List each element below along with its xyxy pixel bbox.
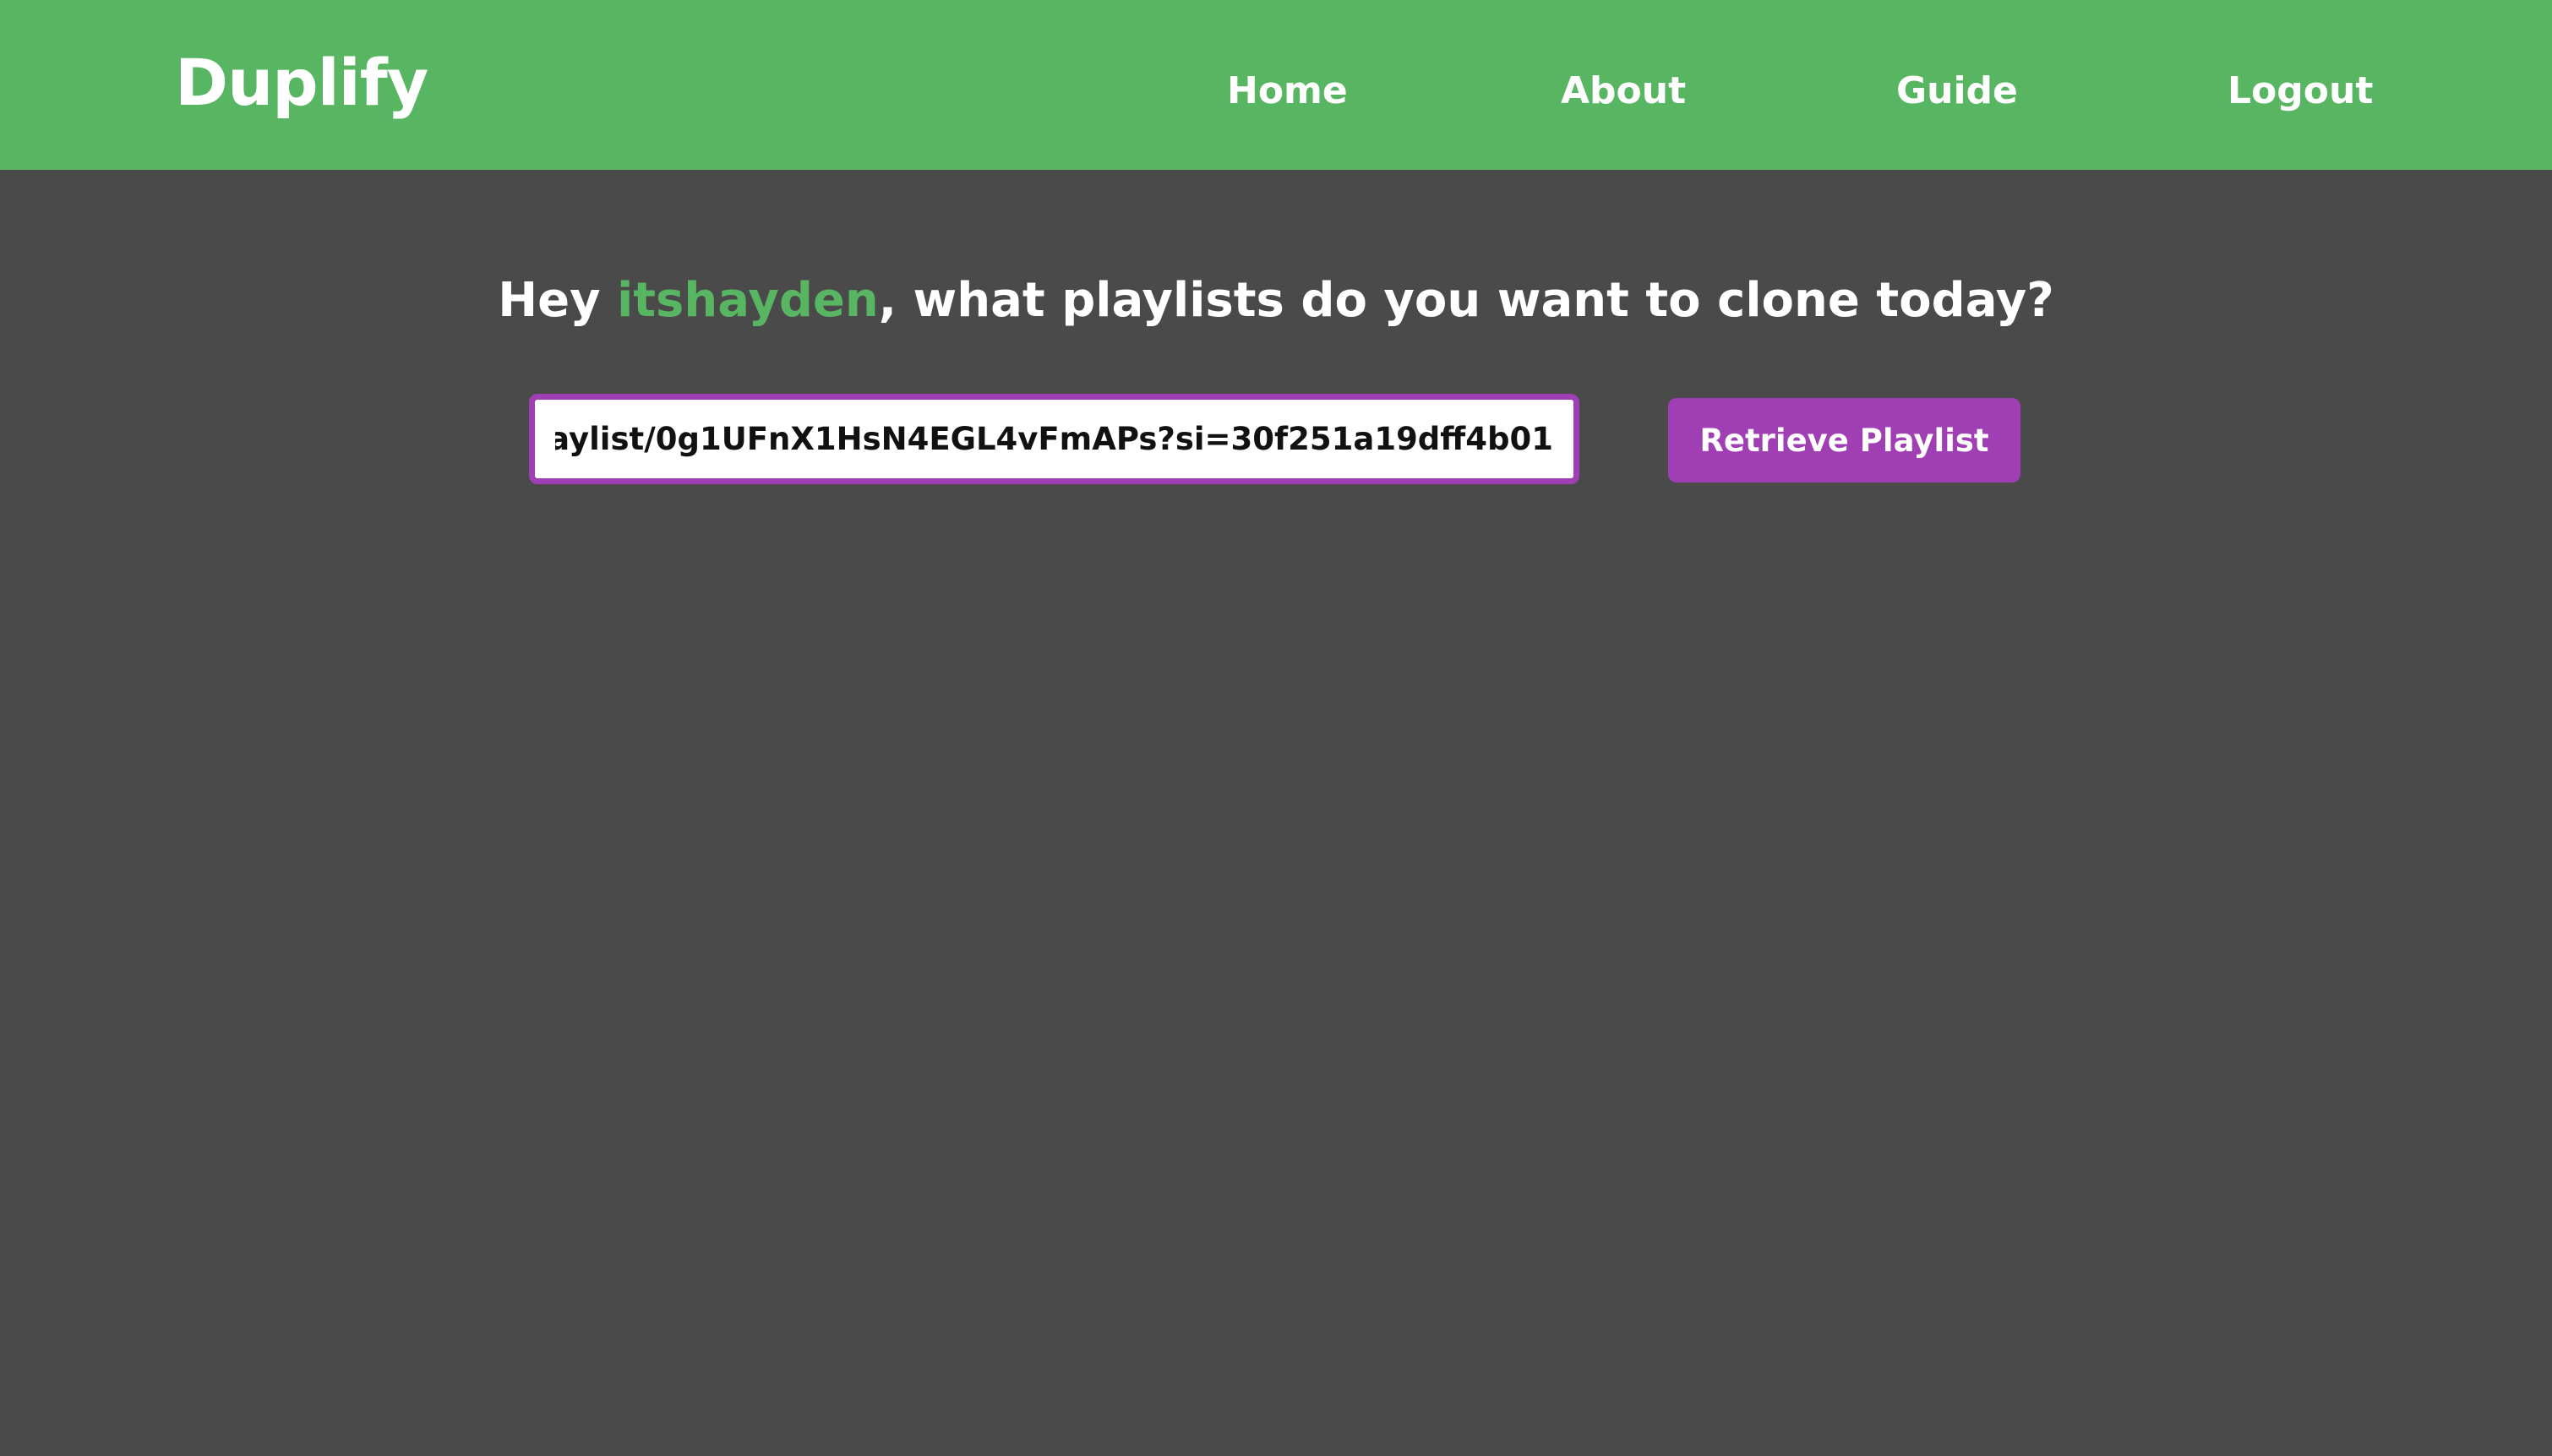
username: itshayden (617, 273, 879, 328)
greeting-suffix: , what playlists do you want to clone to… (878, 273, 2054, 328)
brand-logo[interactable]: Duplify (175, 42, 428, 123)
nav-guide-link[interactable]: Guide (1896, 64, 2018, 118)
nav-home-link[interactable]: Home (1227, 64, 1348, 118)
playlist-url-input[interactable] (529, 394, 1579, 484)
nav-about-link[interactable]: About (1561, 64, 1686, 118)
greeting-prefix: Hey (498, 273, 618, 328)
greeting-heading: Hey itshayden, what playlists do you wan… (0, 269, 2552, 333)
retrieve-playlist-button[interactable]: Retrieve Playlist (1668, 398, 2020, 483)
nav-logout-link[interactable]: Logout (2228, 64, 2373, 118)
top-navbar: Duplify Home About Guide Logout (0, 0, 2552, 170)
